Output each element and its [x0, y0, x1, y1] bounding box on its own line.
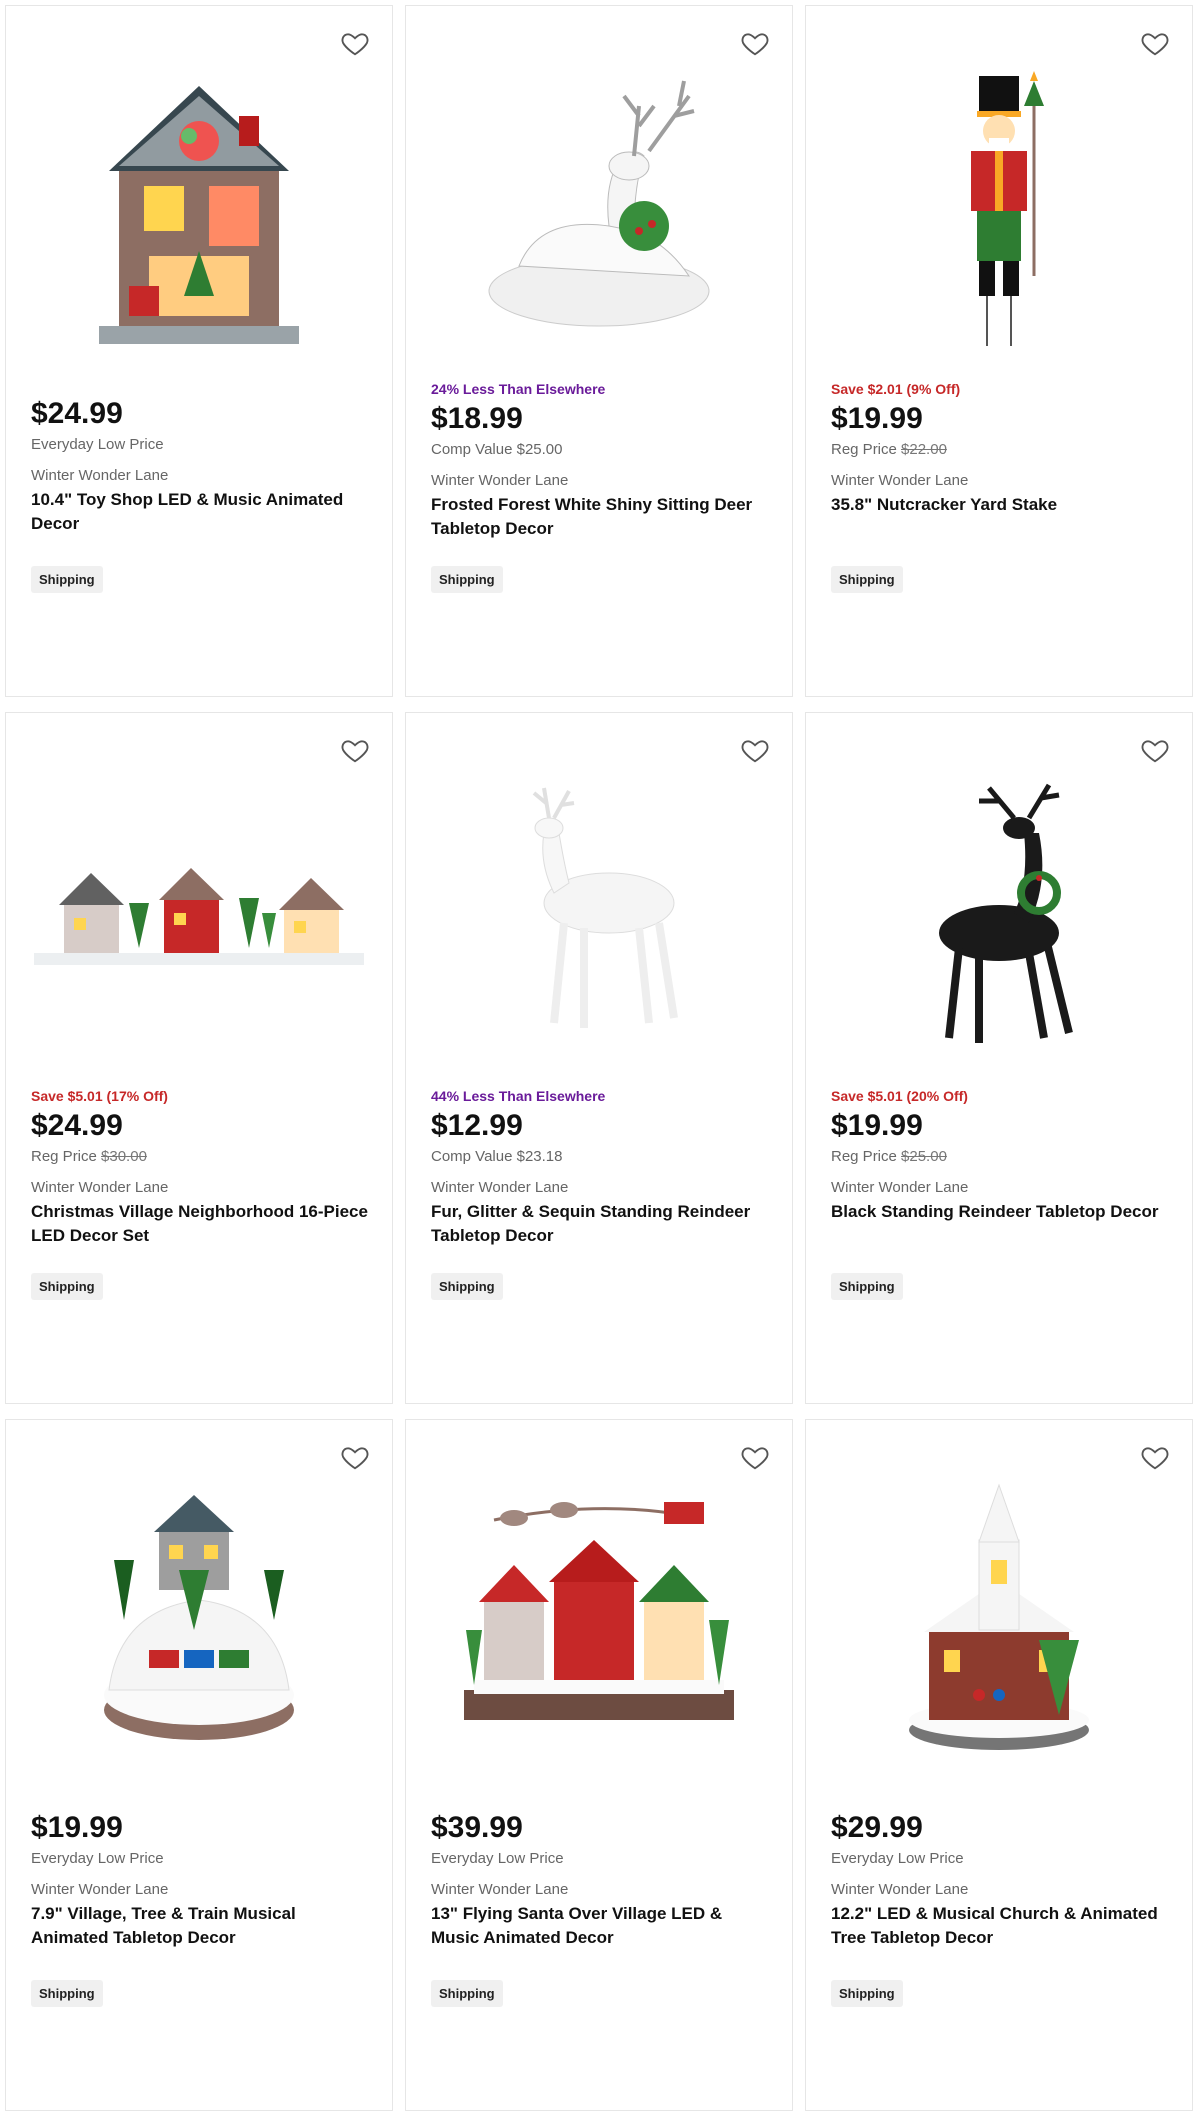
brand: Winter Wonder Lane: [31, 1179, 169, 1196]
product-card[interactable]: $39.99 Everyday Low Price Winter Wonder …: [405, 1419, 793, 2111]
brand: Winter Wonder Lane: [831, 472, 969, 489]
product-card[interactable]: Save $2.01 (9% Off) $19.99 Reg Price $22…: [805, 5, 1193, 697]
village-train-image[interactable]: [26, 1460, 372, 1780]
promo-label: 24% Less Than Elsewhere: [431, 381, 606, 397]
product-title[interactable]: 7.9" Village, Tree & Train Musical Anima…: [31, 1902, 372, 1950]
shipping-badge: Shipping: [31, 1980, 103, 2007]
price: $29.99: [831, 1811, 923, 1844]
brand: Winter Wonder Lane: [31, 1881, 169, 1898]
flying-santa-village-image[interactable]: [426, 1460, 772, 1780]
shipping-badge: Shipping: [31, 566, 103, 593]
promo-label: 44% Less Than Elsewhere: [431, 1088, 606, 1104]
product-title[interactable]: Fur, Glitter & Sequin Standing Reindeer …: [431, 1200, 772, 1248]
white-reindeer-image[interactable]: [426, 753, 772, 1073]
shipping-badge: Shipping: [831, 1273, 903, 1300]
price: $24.99: [31, 1109, 123, 1142]
product-title[interactable]: Black Standing Reindeer Tabletop Decor: [831, 1200, 1172, 1224]
price: $19.99: [831, 1109, 923, 1142]
promo-label: Save $5.01 (17% Off): [31, 1088, 168, 1104]
price-label: Comp Value $25.00: [431, 441, 563, 458]
product-card[interactable]: $24.99 Everyday Low Price Winter Wonder …: [5, 5, 393, 697]
sitting-deer-image[interactable]: [426, 46, 772, 366]
product-info: Save $2.01 (9% Off) $19.99 Reg Price $22…: [831, 381, 1172, 517]
price-label: Reg Price $30.00: [31, 1148, 372, 1165]
price-label: Comp Value $23.18: [431, 1148, 563, 1165]
price-label: Everyday Low Price: [431, 1850, 564, 1867]
village-set-image[interactable]: [26, 753, 372, 1073]
nutcracker-image[interactable]: [826, 46, 1172, 366]
price: $18.99: [431, 402, 523, 435]
product-card[interactable]: Save $5.01 (17% Off) $24.99 Reg Price $3…: [5, 712, 393, 1404]
price: $19.99: [31, 1811, 123, 1844]
shipping-badge: Shipping: [831, 566, 903, 593]
shipping-badge: Shipping: [431, 1273, 503, 1300]
product-card[interactable]: 44% Less Than Elsewhere $12.99 Comp Valu…: [405, 712, 793, 1404]
reg-price-label: Reg Price: [31, 1148, 97, 1165]
product-title[interactable]: Frosted Forest White Shiny Sitting Deer …: [431, 493, 772, 541]
price-label: Everyday Low Price: [31, 436, 164, 453]
product-info: Save $5.01 (17% Off) $24.99 Reg Price $3…: [31, 1088, 372, 1248]
product-info: 44% Less Than Elsewhere $12.99 Comp Valu…: [431, 1088, 772, 1248]
product-card[interactable]: $29.99 Everyday Low Price Winter Wonder …: [805, 1419, 1193, 2111]
price: $19.99: [831, 402, 923, 435]
product-title[interactable]: 12.2" LED & Musical Church & Animated Tr…: [831, 1902, 1172, 1950]
shipping-badge: Shipping: [431, 566, 503, 593]
promo-label: Save $2.01 (9% Off): [831, 381, 961, 397]
reg-price-value: $30.00: [101, 1148, 147, 1165]
promo-label: Save $5.01 (20% Off): [831, 1088, 968, 1104]
brand: Winter Wonder Lane: [431, 1179, 569, 1196]
reg-price-value: $22.00: [901, 441, 947, 458]
price-label: Everyday Low Price: [831, 1850, 964, 1867]
product-info: $29.99 Everyday Low Price Winter Wonder …: [831, 1810, 1172, 1950]
shipping-badge: Shipping: [831, 1980, 903, 2007]
black-reindeer-image[interactable]: [826, 753, 1172, 1073]
price: $24.99: [31, 397, 123, 430]
product-title[interactable]: 13" Flying Santa Over Village LED & Musi…: [431, 1902, 772, 1950]
reg-price-label: Reg Price: [831, 1148, 897, 1165]
price-label: Everyday Low Price: [31, 1850, 164, 1867]
product-title[interactable]: Christmas Village Neighborhood 16-Piece …: [31, 1200, 372, 1248]
brand: Winter Wonder Lane: [431, 1881, 569, 1898]
product-info: 24% Less Than Elsewhere $18.99 Comp Valu…: [431, 381, 772, 541]
shipping-badge: Shipping: [31, 1273, 103, 1300]
price: $39.99: [431, 1811, 523, 1844]
brand: Winter Wonder Lane: [831, 1881, 969, 1898]
price: $12.99: [431, 1109, 523, 1142]
price-label: Reg Price $22.00: [831, 441, 1172, 458]
product-card[interactable]: 24% Less Than Elsewhere $18.99 Comp Valu…: [405, 5, 793, 697]
product-info: $39.99 Everyday Low Price Winter Wonder …: [431, 1810, 772, 1950]
brand: Winter Wonder Lane: [831, 1179, 969, 1196]
shipping-badge: Shipping: [431, 1980, 503, 2007]
reg-price-value: $25.00: [901, 1148, 947, 1165]
toy-shop-image[interactable]: [26, 46, 372, 366]
brand: Winter Wonder Lane: [431, 472, 569, 489]
product-title[interactable]: 10.4" Toy Shop LED & Music Animated Deco…: [31, 488, 372, 536]
product-info: $24.99 Everyday Low Price Winter Wonder …: [31, 396, 372, 536]
product-info: $19.99 Everyday Low Price Winter Wonder …: [31, 1810, 372, 1950]
product-card[interactable]: $19.99 Everyday Low Price Winter Wonder …: [5, 1419, 393, 2111]
price-label: Reg Price $25.00: [831, 1148, 1172, 1165]
reg-price-label: Reg Price: [831, 441, 897, 458]
brand: Winter Wonder Lane: [31, 467, 169, 484]
product-card[interactable]: Save $5.01 (20% Off) $19.99 Reg Price $2…: [805, 712, 1193, 1404]
product-grid: $24.99 Everyday Low Price Winter Wonder …: [0, 0, 1200, 2111]
product-title[interactable]: 35.8" Nutcracker Yard Stake: [831, 493, 1172, 517]
church-image[interactable]: [826, 1460, 1172, 1780]
product-info: Save $5.01 (20% Off) $19.99 Reg Price $2…: [831, 1088, 1172, 1224]
